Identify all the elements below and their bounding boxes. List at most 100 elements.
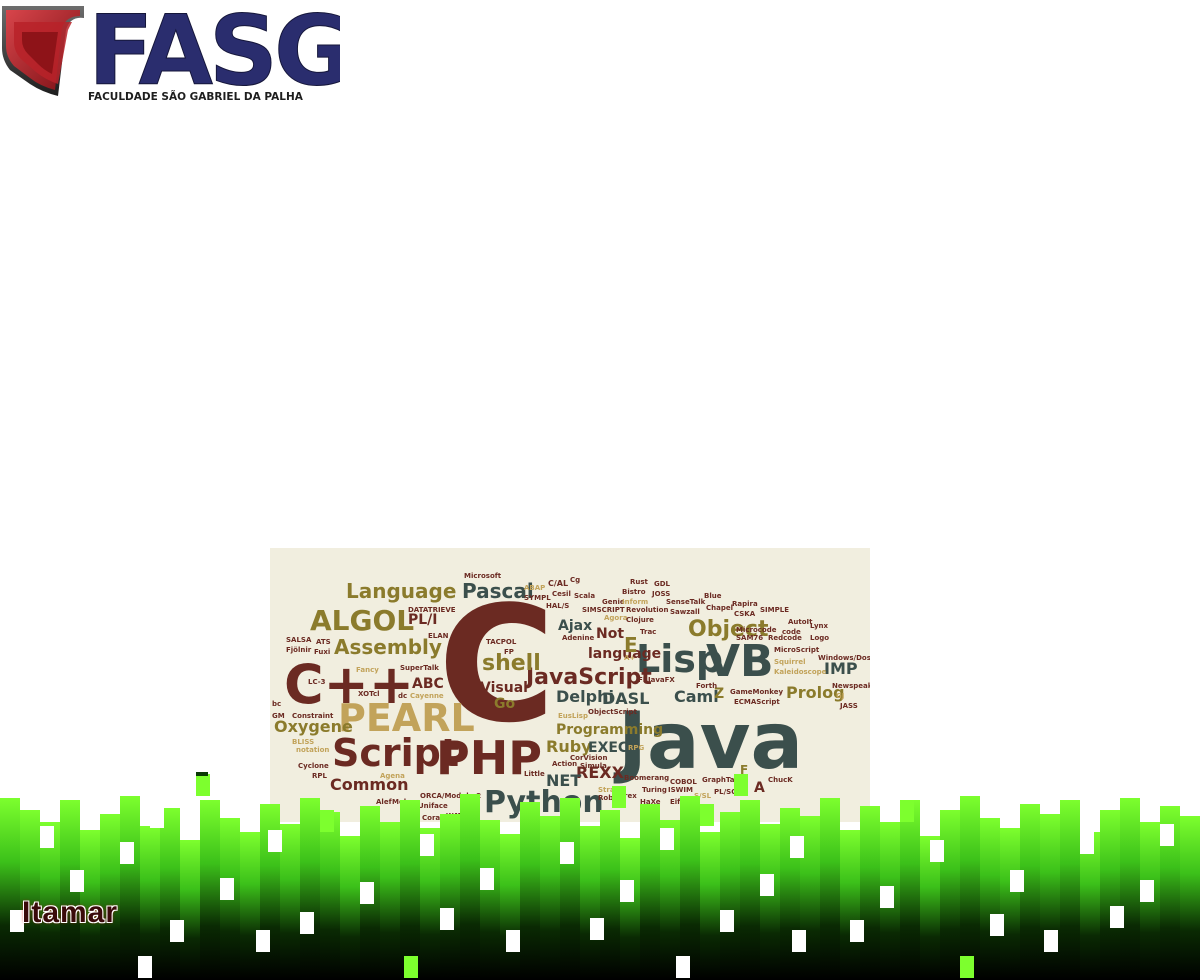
pixel-column: [780, 808, 800, 980]
pixel-gap: [506, 930, 520, 952]
pixel-gap: [138, 956, 152, 978]
word-euslisp: EusLisp: [558, 712, 588, 720]
word-tacpol: TACPOL: [486, 638, 517, 646]
word-joss: JOSS: [651, 590, 670, 598]
pixel-block: [900, 800, 914, 822]
word-microcode: Microcode: [736, 626, 777, 634]
word-revolution: Revolution: [626, 606, 668, 614]
pixel-gap: [70, 870, 84, 892]
pixel-block: [404, 956, 418, 978]
pixel-gap: [930, 840, 944, 862]
green-pixel-footer: [0, 770, 1200, 980]
word-ecmascript: ECMAScript: [734, 698, 780, 706]
word-ajax: Ajax: [558, 618, 592, 634]
fasg-logo: FASG FACULDADE SÃO GABRIEL DA PALHA: [0, 0, 340, 104]
word-squirrel: Squirrel: [774, 658, 806, 666]
pixel-block: [320, 810, 334, 832]
pixel-column: [120, 796, 140, 980]
word-c-al: C/AL: [548, 579, 568, 588]
word-javafx: JavaFX: [647, 676, 675, 684]
word-bliss: BLISS: [292, 738, 314, 746]
pixel-gap: [120, 842, 134, 864]
pixel-gap: [720, 910, 734, 932]
word-a-: A+: [624, 654, 635, 662]
word-gj: GJ: [836, 692, 844, 700]
pixel-column: [440, 814, 460, 980]
word-objectscript: ObjectScript: [588, 708, 638, 716]
word-notation: notation: [296, 746, 329, 754]
word-adenine: Adenine: [562, 634, 595, 642]
pixel-column: [500, 834, 520, 980]
pixel-column: [20, 810, 40, 980]
pixel-gap: [1140, 880, 1154, 902]
word-cyclone: Cyclone: [298, 762, 329, 770]
pixel-column: [940, 810, 960, 980]
pixel-column: [1100, 810, 1120, 980]
pixel-column: [740, 800, 760, 980]
word-ats: ATS: [316, 638, 331, 646]
word-logo: Logo: [810, 634, 829, 642]
pixel-column: [900, 800, 920, 980]
pixel-gap: [620, 880, 634, 902]
word-corvision: CorVision: [570, 754, 607, 762]
word-microsoft: Microsoft: [464, 572, 502, 580]
pixel-gap: [268, 830, 282, 852]
pixel-column: [680, 796, 700, 980]
word-constraint: Constraint: [292, 712, 334, 720]
word-bc: bc: [272, 700, 281, 708]
pixel-gap: [300, 912, 314, 934]
word-simple: SIMPLE: [760, 606, 789, 614]
logo-subtitle: FACULDADE SÃO GABRIEL DA PALHA: [88, 90, 304, 103]
pixel-column: [840, 830, 860, 980]
pixel-gap: [590, 918, 604, 940]
pixel-gap: [560, 842, 574, 864]
word-newspeak: Newspeak: [832, 682, 870, 690]
word-simula: Simula: [580, 762, 607, 770]
pixel-column: [540, 816, 560, 980]
word-supertalk: SuperTalk: [400, 664, 439, 672]
word-rapira: Rapira: [732, 600, 758, 608]
pixel-column: [180, 840, 200, 980]
word-blue: Blue: [704, 592, 722, 600]
word-datatrieve: DATATRIEVE: [408, 606, 456, 614]
word-rpg: RPG: [628, 744, 645, 752]
pixel-gap: [360, 882, 374, 904]
word-fj-lnir: Fjölnir: [286, 646, 312, 654]
word-gamemonkey: GameMonkey: [730, 688, 783, 696]
pixel-column: [760, 824, 780, 980]
word-dasl: DASL: [602, 689, 649, 708]
pixel-column: [640, 804, 660, 980]
word-fancy: Fancy: [356, 666, 379, 674]
pixel-gap: [1010, 870, 1024, 892]
word-windows-dos: Windows/Dos: [818, 654, 870, 662]
word-redcode: Redcode: [768, 634, 802, 642]
word-kaleidoscope: Kaleidoscope: [774, 668, 827, 676]
pixel-column: [320, 812, 340, 980]
pixel-gap: [150, 806, 164, 828]
word-inform: Inform: [622, 598, 648, 606]
pixel-gap: [1110, 906, 1124, 928]
pixel-column: [340, 836, 360, 980]
word-pearl: PEARL: [338, 696, 475, 740]
author-name: Itamar: [22, 896, 119, 929]
pixel-gap: [880, 886, 894, 908]
word-sawzall: Sawzall: [670, 608, 700, 616]
word-visual: Visual: [480, 680, 528, 696]
pixel-gap: [40, 826, 54, 848]
word-jass: JASS: [839, 702, 858, 710]
pixel-gap: [676, 956, 690, 978]
word-assembly: Assembly: [334, 635, 442, 659]
pixel-column: [1120, 798, 1140, 980]
word-dc: dc: [398, 692, 407, 700]
word-fuxi: Fuxi: [314, 648, 330, 656]
word-gm: GM: [272, 712, 285, 720]
word-microscript: MicroScript: [774, 646, 820, 654]
word-cg: Cg: [570, 576, 580, 584]
pixel-gap: [850, 920, 864, 942]
pixel-column: [580, 826, 600, 980]
word-not: Not: [596, 626, 624, 642]
pixel-gap: [256, 930, 270, 952]
word-gdl: GDL: [654, 580, 671, 588]
word-fl: FL: [638, 676, 648, 684]
word-sensetalk: SenseTalk: [666, 598, 706, 606]
